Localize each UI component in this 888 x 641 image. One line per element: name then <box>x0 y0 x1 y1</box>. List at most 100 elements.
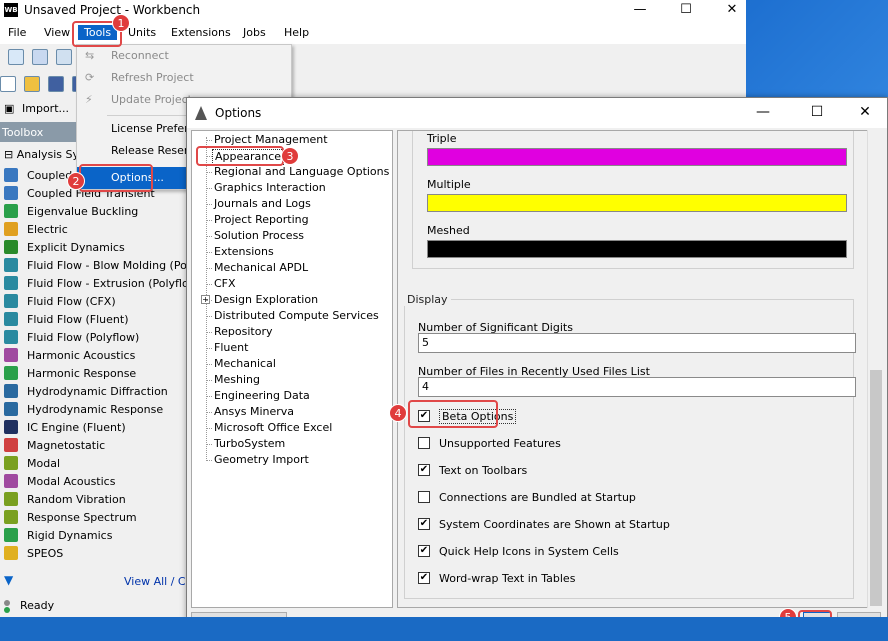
toolbox-item[interactable]: Modal <box>0 454 186 472</box>
toolbox-item[interactable]: Electric <box>0 220 186 238</box>
toolbox-item-label: Magnetostatic <box>27 438 106 452</box>
tree-item[interactable]: TurboSystem <box>214 437 285 453</box>
checkbox-label: Quick Help Icons in System Cells <box>439 544 619 558</box>
toolbox-item[interactable]: Modal Acoustics <box>0 472 186 490</box>
menu-item-label: Release Reserv <box>111 144 195 157</box>
toolbox-item[interactable]: Fluid Flow (CFX) <box>0 292 186 310</box>
minimize-icon[interactable]: — <box>743 102 783 124</box>
menu-file[interactable]: File <box>8 26 26 39</box>
toolbox-item[interactable]: Explicit Dynamics <box>0 238 186 256</box>
toolbox-item[interactable]: Fluid Flow - Extrusion (Polyflow) <box>0 274 186 292</box>
maximize-icon[interactable]: ☐ <box>666 0 706 22</box>
save-icon[interactable] <box>32 49 48 65</box>
status-text: Ready <box>20 599 55 612</box>
toolbox-item[interactable]: Fluid Flow (Fluent) <box>0 310 186 328</box>
tree-item[interactable]: Regional and Language Options <box>214 165 389 181</box>
toolbox-item[interactable]: Random Vibration <box>0 490 186 508</box>
toolbox-item-label: Fluid Flow (Fluent) <box>27 312 129 326</box>
collapse-icon[interactable]: ⊟ <box>4 148 13 161</box>
toolbox-item[interactable]: Fluid Flow - Blow Molding (Polyf <box>0 256 186 274</box>
tree-item[interactable]: Microsoft Office Excel <box>214 421 332 437</box>
checkbox-row[interactable]: Unsupported Features <box>418 434 561 452</box>
tree-item[interactable]: Distributed Compute Services <box>214 309 379 325</box>
toolbox-item[interactable]: IC Engine (Fluent) <box>0 418 186 436</box>
color-swatch-multiple[interactable] <box>427 194 847 212</box>
tree-connector <box>206 316 212 317</box>
toolbox-item[interactable]: Harmonic Acoustics <box>0 346 186 364</box>
checkbox[interactable]: ✔ <box>418 518 430 530</box>
toolbox-item-label: Response Spectrum <box>27 510 137 524</box>
checkbox-row[interactable]: Connections are Bundled at Startup <box>418 488 636 506</box>
toolbox-item[interactable]: Hydrodynamic Response <box>0 400 186 418</box>
tree-item[interactable]: Extensions <box>214 245 274 261</box>
tree-item[interactable]: Mechanical APDL <box>214 261 308 277</box>
toolbox-item[interactable]: Eigenvalue Buckling <box>0 202 186 220</box>
import-icon: ▣ <box>4 102 15 115</box>
toolbox-item[interactable]: SPEOS <box>0 544 186 562</box>
tree-item[interactable]: Fluent <box>214 341 248 357</box>
project-icon[interactable] <box>8 49 24 65</box>
tree-item[interactable]: Design Exploration <box>214 293 318 309</box>
save-as-icon[interactable] <box>48 76 64 92</box>
color-settings-group: Triple Multiple Meshed <box>412 131 854 269</box>
menu-help[interactable]: Help <box>284 26 309 39</box>
close-icon[interactable]: ✕ <box>845 102 885 124</box>
open-icon[interactable] <box>24 76 40 92</box>
tree-item[interactable]: Geometry Import <box>214 453 309 469</box>
tree-item[interactable]: Project Reporting <box>214 213 309 229</box>
color-swatch-triple[interactable] <box>427 148 847 166</box>
maximize-icon[interactable]: ☐ <box>797 102 837 124</box>
tree-item[interactable]: Journals and Logs <box>214 197 311 213</box>
checkbox[interactable] <box>418 437 430 449</box>
archive-icon[interactable] <box>56 49 72 65</box>
analysis-system-icon <box>4 456 18 470</box>
tree-item[interactable]: CFX <box>214 277 236 293</box>
tree-item[interactable]: Engineering Data <box>214 389 310 405</box>
tree-connector <box>206 444 212 445</box>
view-all-link[interactable]: View All / Cu <box>124 575 186 588</box>
minimize-icon[interactable]: — <box>620 0 660 22</box>
menu-item-refresh-project[interactable]: ⟳ Refresh Project <box>77 67 291 89</box>
checkbox[interactable]: ✔ <box>418 545 430 557</box>
menu-view[interactable]: View <box>44 26 70 39</box>
menu-extensions[interactable]: Extensions <box>171 26 231 39</box>
checkbox-row[interactable]: ✔ Quick Help Icons in System Cells <box>418 542 619 560</box>
import-button[interactable]: Import... <box>22 102 69 115</box>
toolbox-item-label: Harmonic Acoustics <box>27 348 136 362</box>
tree-connector <box>206 220 212 221</box>
tree-item[interactable]: Meshing <box>214 373 260 389</box>
toolbox-item[interactable]: Hydrodynamic Diffraction <box>0 382 186 400</box>
new-icon[interactable] <box>0 76 16 92</box>
scrollbar-thumb[interactable] <box>870 370 882 606</box>
menu-item-reconnect[interactable]: ⇆ Reconnect <box>77 45 291 67</box>
tree-connector <box>206 236 212 237</box>
tree-item[interactable]: Ansys Minerva <box>214 405 294 421</box>
analysis-system-icon <box>4 510 18 524</box>
color-swatch-meshed[interactable] <box>427 240 847 258</box>
significant-digits-input[interactable]: 5 <box>418 333 856 353</box>
checkbox[interactable]: ✔ <box>418 572 430 584</box>
analysis-system-icon <box>4 384 18 398</box>
close-icon[interactable]: ✕ <box>712 0 752 22</box>
checkbox-row[interactable]: ✔ Word-wrap Text in Tables <box>418 569 575 587</box>
filter-icon[interactable]: ▼ <box>4 573 13 587</box>
checkbox-row[interactable]: ✔ Text on Toolbars <box>418 461 527 479</box>
toolbox-item[interactable]: Rigid Dynamics <box>0 526 186 544</box>
tree-item[interactable]: Graphics Interaction <box>214 181 326 197</box>
toolbox-item[interactable]: Harmonic Response <box>0 364 186 382</box>
tree-item[interactable]: Solution Process <box>214 229 304 245</box>
menu-units[interactable]: Units <box>128 26 156 39</box>
checkbox[interactable] <box>418 491 430 503</box>
checkbox-row[interactable]: ✔ System Coordinates are Shown at Startup <box>418 515 670 533</box>
checkbox[interactable]: ✔ <box>418 464 430 476</box>
options-scrollbar[interactable] <box>867 130 885 608</box>
tree-item[interactable]: Mechanical <box>214 357 276 373</box>
toolbox-item[interactable]: Fluid Flow (Polyflow) <box>0 328 186 346</box>
toolbox-footer: ▼ View All / Cu <box>0 570 186 592</box>
recent-files-input[interactable]: 4 <box>418 377 856 397</box>
toolbox-item[interactable]: Magnetostatic <box>0 436 186 454</box>
menu-jobs[interactable]: Jobs <box>243 26 266 39</box>
tree-connector <box>206 268 212 269</box>
tree-item[interactable]: Repository <box>214 325 273 341</box>
toolbox-item[interactable]: Response Spectrum <box>0 508 186 526</box>
